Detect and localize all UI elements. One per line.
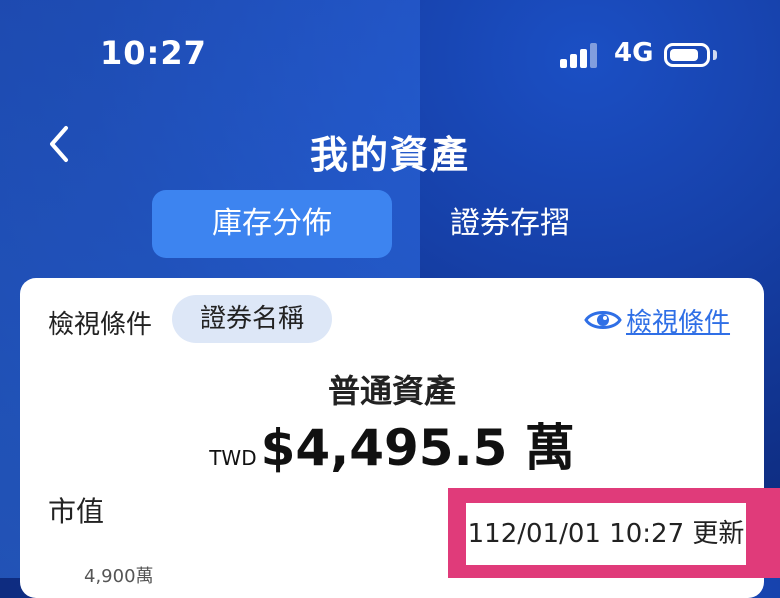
update-time: 112/01/01 10:27 更新: [466, 503, 746, 565]
filter-chip[interactable]: 證券名稱: [172, 295, 332, 343]
asset-amount: $4,495.5 萬: [260, 419, 575, 477]
tab-bar: 庫存分佈 證券存摺: [0, 190, 780, 260]
market-value-label: 市值: [48, 495, 105, 528]
status-bar: 10:27 4G: [0, 0, 780, 100]
currency-label: TWD: [209, 446, 257, 470]
status-time: 10:27: [100, 34, 207, 72]
battery-icon: [664, 43, 710, 67]
y-axis-tick: 4,900萬: [84, 566, 154, 587]
tab-securities-passbook[interactable]: 證券存摺: [420, 190, 600, 258]
asset-amount-row: TWD$4,495.5 萬: [20, 408, 764, 480]
page-header: 我的資產: [0, 110, 780, 180]
signal-icon: [560, 40, 602, 68]
view-conditions-label: 檢視條件: [626, 307, 731, 338]
asset-title: 普通資產: [327, 372, 456, 410]
filter-label: 檢視條件: [48, 310, 153, 340]
tab-inventory-distribution[interactable]: 庫存分佈: [152, 190, 392, 258]
view-conditions-link[interactable]: 檢視條件: [584, 300, 730, 340]
battery-tip: [713, 50, 717, 60]
network-type: 4G: [614, 38, 654, 68]
eye-icon: [584, 311, 622, 329]
page-title: 我的資產: [309, 133, 470, 177]
